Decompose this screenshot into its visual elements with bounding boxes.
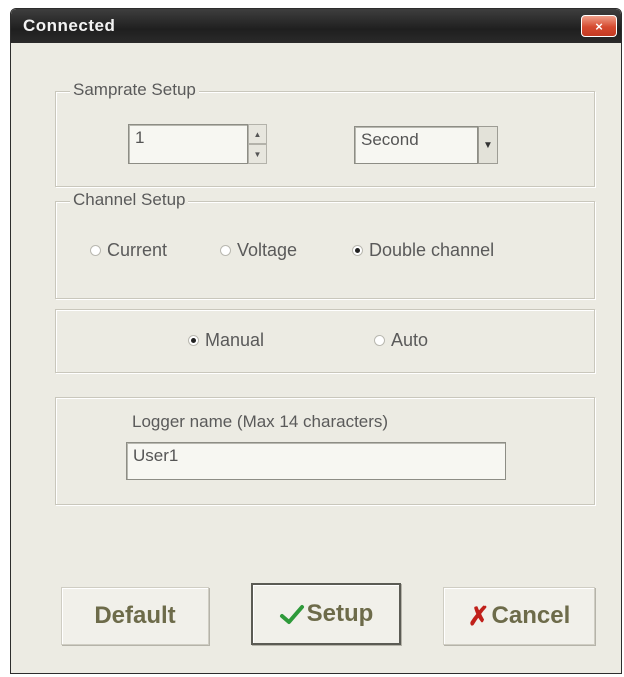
radio-auto-indicator — [374, 335, 385, 346]
cancel-button-label: Cancel — [491, 602, 571, 629]
chevron-down-icon: ▼ — [483, 139, 493, 151]
radio-manual-label: Manual — [205, 330, 265, 350]
radio-auto[interactable]: Auto — [374, 330, 428, 351]
samprate-unit-select[interactable]: Second — [354, 126, 478, 164]
radio-manual[interactable]: Manual — [188, 330, 264, 351]
samprate-setup-legend: Samprate Setup — [70, 80, 199, 100]
title-bar[interactable]: Connected × — [11, 9, 621, 43]
samprate-setup-group: Samprate Setup 1 ▲ ▼ Second ▼ — [55, 80, 595, 187]
channel-setup-group: Channel Setup Current Voltage Double cha… — [55, 190, 595, 299]
radio-voltage-indicator — [220, 245, 231, 256]
default-button-label: Default — [94, 602, 176, 629]
samprate-spin-up-button[interactable]: ▲ — [248, 124, 267, 144]
radio-double-channel[interactable]: Double channel — [352, 240, 494, 261]
logger-name-label: Logger name (Max 14 characters) — [132, 412, 389, 431]
cancel-button[interactable]: ✗ Cancel — [443, 587, 595, 645]
radio-double-channel-indicator — [352, 245, 363, 256]
radio-voltage[interactable]: Voltage — [220, 240, 297, 261]
default-button[interactable]: Default — [61, 587, 209, 645]
samprate-unit-dropdown-button[interactable]: ▼ — [478, 126, 498, 164]
logger-name-group: Logger name (Max 14 characters) User1 — [55, 397, 595, 505]
radio-double-channel-label: Double channel — [369, 240, 495, 260]
spin-down-icon: ▼ — [253, 149, 262, 159]
radio-manual-indicator — [188, 335, 199, 346]
setup-button-label: Setup — [306, 600, 374, 627]
radio-voltage-label: Voltage — [237, 240, 298, 260]
setup-button[interactable]: Setup — [251, 583, 401, 645]
window-title: Connected — [23, 16, 116, 35]
spin-up-icon: ▲ — [253, 129, 262, 139]
channel-setup-legend: Channel Setup — [70, 190, 189, 210]
x-icon: ✗ — [467, 600, 490, 631]
connected-dialog: Connected × Samprate Setup 1 ▲ ▼ Second … — [10, 8, 622, 674]
radio-current-label: Current — [107, 240, 168, 260]
samprate-value-input[interactable]: 1 — [128, 124, 248, 164]
logger-name-input[interactable]: User1 — [126, 442, 506, 480]
radio-auto-label: Auto — [391, 330, 429, 350]
mode-group: Manual Auto — [55, 309, 595, 373]
radio-current[interactable]: Current — [90, 240, 167, 261]
close-icon: × — [595, 18, 603, 34]
radio-current-indicator — [90, 245, 101, 256]
close-button[interactable]: × — [581, 15, 617, 37]
check-icon — [279, 605, 304, 624]
samprate-spin-down-button[interactable]: ▼ — [248, 144, 267, 164]
